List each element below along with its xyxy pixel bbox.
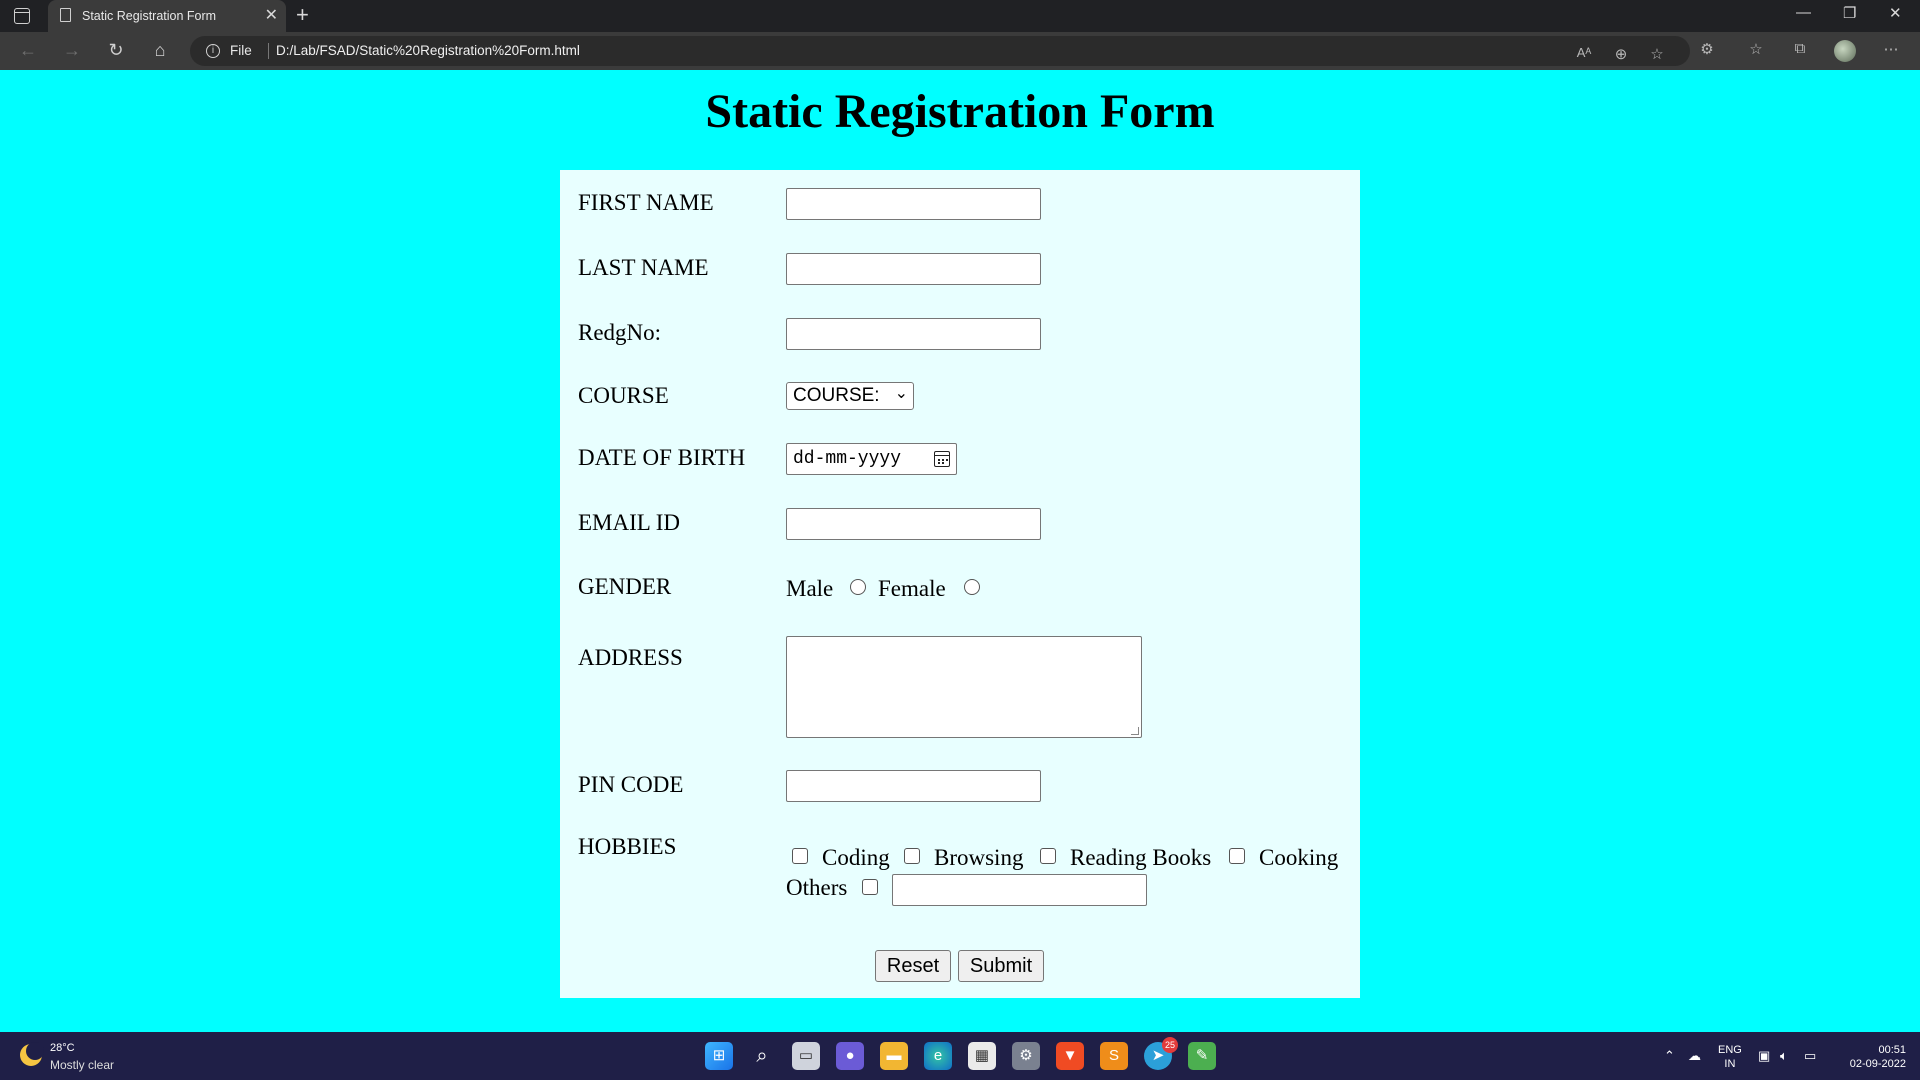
more-menu-icon[interactable]: ⋯ [1880,40,1902,58]
favorites-icon[interactable]: ☆ [1745,40,1767,58]
registration-form: FIRST NAME LAST NAME RedgNo: COURSE COUR… [560,170,1360,998]
language-code: ENG [1718,1044,1742,1056]
last-name-label: LAST NAME [578,255,709,280]
pin-code-input[interactable] [786,770,1041,802]
restore-icon[interactable]: ❐ [1843,4,1856,22]
forward-icon[interactable]: → [60,39,84,61]
region-code: IN [1724,1058,1736,1070]
dob-input[interactable]: dd-mm-yyyy [786,443,957,475]
clock-date: 02-09-2022 [1849,1058,1906,1070]
notepad-icon[interactable]: ✎ [1188,1042,1216,1070]
course-selected-value: COURSE: [793,385,880,406]
settings-icon[interactable]: ⚙ [1012,1042,1040,1070]
hobby-browsing-checkbox[interactable] [904,848,920,864]
sublime-text-icon[interactable]: S [1100,1042,1128,1070]
address-textarea[interactable] [786,636,1142,738]
minimize-icon[interactable]: — [1796,4,1811,21]
collections-icon[interactable]: ⧉ [1789,40,1811,57]
pin-code-label: PIN CODE [578,772,684,797]
gender-female-radio[interactable] [964,579,980,595]
submit-button[interactable]: Submit [958,950,1044,982]
gender-female-label: Female [878,576,946,601]
clock-time: 00:51 [1878,1044,1906,1056]
moon-icon[interactable] [20,1042,44,1066]
hobby-others-label: Others [786,875,848,900]
battery-icon[interactable]: ▭ [1804,1048,1816,1064]
tab-actions-icon[interactable] [14,8,30,24]
extensions-icon[interactable]: ⚙ [1696,40,1718,58]
profile-avatar[interactable] [1834,40,1856,62]
regd-no-label: RedgNo: [578,320,662,345]
reset-button[interactable]: Reset [875,950,951,982]
email-input[interactable] [786,508,1041,540]
weather-description[interactable]: Mostly clear [50,1058,114,1072]
onedrive-cloud-icon[interactable]: ☁ [1688,1048,1701,1064]
new-tab-button[interactable]: + [296,2,309,28]
course-label: COURSE [578,383,669,408]
chat-icon[interactable]: ● [836,1042,864,1070]
read-aloud-icon[interactable]: Aᴬ [1573,45,1595,60]
page-title: Static Registration Form [705,85,1215,138]
gender-male-label: Male [786,576,834,601]
brave-browser-icon[interactable]: ▼ [1056,1042,1084,1070]
divider [268,43,269,59]
hobby-browsing-label: Browsing [934,845,1024,870]
close-window-icon[interactable]: ✕ [1889,4,1902,22]
course-select[interactable]: COURSE: ⌄ [786,382,914,410]
others-text-input[interactable] [892,874,1147,906]
chevron-down-icon: ⌄ [894,385,908,402]
notification-badge: 25 [1162,1037,1178,1053]
tab-title: Static Registration Form [82,9,217,23]
url-text[interactable]: D:/Lab/FSAD/Static%20Registration%20Form… [276,43,580,58]
store-icon[interactable]: ▦ [968,1042,996,1070]
search-icon[interactable]: ⌕ [748,1042,776,1070]
last-name-input[interactable] [786,253,1041,285]
first-name-input[interactable] [786,188,1041,220]
gender-label: GENDER [578,574,672,599]
volume-icon[interactable]: 🔈︎ [1780,1048,1788,1064]
hobby-coding-label: Coding [822,845,890,870]
chevron-up-icon[interactable]: ⌃ [1664,1048,1675,1064]
info-icon[interactable]: i [206,44,220,58]
gender-male-radio[interactable] [850,579,866,595]
refresh-icon[interactable]: ↻ [104,39,128,61]
address-label: ADDRESS [578,645,683,670]
scheme-label: File [230,43,252,58]
back-icon[interactable]: ← [16,39,40,61]
email-label: EMAIL ID [578,510,680,535]
address-bar-row: ← → ↻ ⌂ i File D:/Lab/FSAD/Static%20Regi… [0,32,1920,70]
telegram-icon[interactable]: ➤ 25 [1144,1037,1178,1070]
calendar-icon[interactable] [934,451,950,467]
close-tab-icon[interactable]: ✕ [265,5,278,25]
hobby-others-checkbox[interactable] [862,879,878,895]
browser-tab-bar: Static Registration Form ✕ + — ❐ ✕ [0,0,1920,32]
add-favorite-icon[interactable]: ☆ [1646,45,1668,63]
hobby-reading-label: Reading Books [1070,845,1212,870]
clock[interactable]: 00:51 02-09-2022 [1830,1043,1906,1071]
dob-label: DATE OF BIRTH [578,445,746,470]
hobby-cooking-checkbox[interactable] [1229,848,1245,864]
zoom-icon[interactable]: ⊕ [1610,45,1632,63]
language-indicator[interactable]: ENG IN [1718,1043,1742,1071]
page-icon [60,8,71,22]
first-name-label: FIRST NAME [578,190,714,215]
hobby-reading-checkbox[interactable] [1040,848,1056,864]
home-icon[interactable]: ⌂ [148,39,172,61]
hobbies-label: HOBBIES [578,834,677,859]
regd-no-input[interactable] [786,318,1041,350]
hobby-coding-checkbox[interactable] [792,848,808,864]
dob-placeholder: dd-mm-yyyy [793,449,902,469]
taskbar: 28°C Mostly clear ⊞ ⌕ ▭ ● ▬ e ▦ ⚙ ▼ S ➤ … [0,1032,1920,1080]
hobby-cooking-label: Cooking [1259,845,1339,870]
file-explorer-icon[interactable]: ▬ [880,1042,908,1070]
task-view-icon[interactable]: ▭ [792,1042,820,1070]
network-icon[interactable]: ▣ [1758,1048,1770,1064]
edge-browser-icon[interactable]: e [924,1042,952,1070]
start-icon[interactable]: ⊞ [705,1042,733,1070]
weather-temperature[interactable]: 28°C [50,1042,75,1054]
address-bar[interactable]: i File D:/Lab/FSAD/Static%20Registration… [190,36,1690,66]
browser-tab[interactable]: Static Registration Form ✕ [48,0,286,32]
